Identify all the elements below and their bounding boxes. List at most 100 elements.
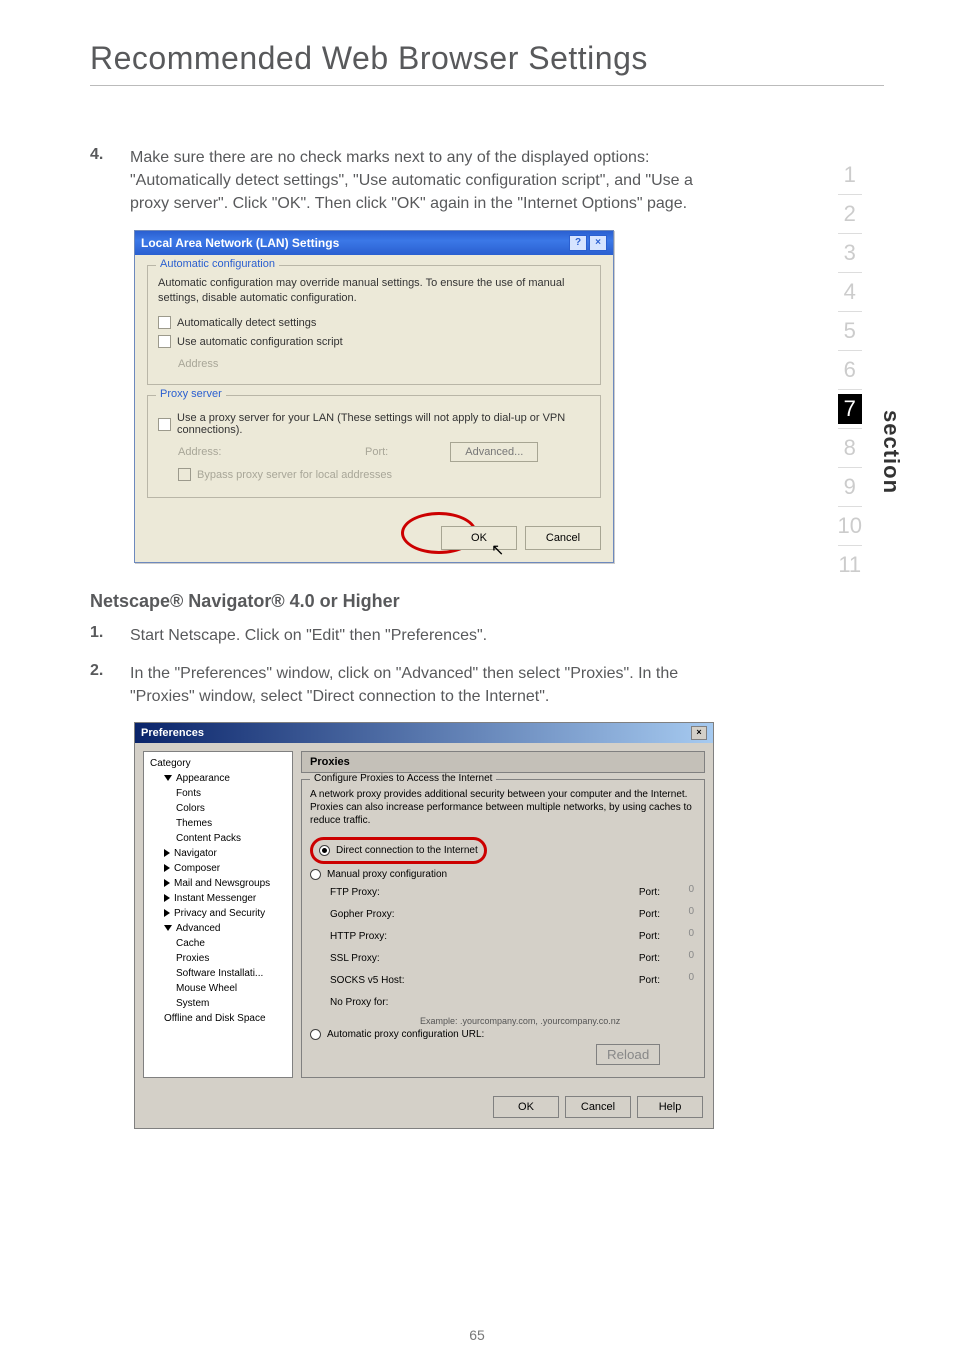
use-proxy-label: Use a proxy server for your LAN (These s… — [177, 412, 590, 436]
nav-7[interactable]: 7 — [838, 394, 862, 424]
radio-auto[interactable]: Automatic proxy configuration URL: — [310, 1029, 696, 1040]
expand-icon — [164, 849, 170, 857]
ftp-proxy-label: FTP Proxy: — [330, 887, 420, 898]
title-rule — [90, 85, 884, 86]
proxy-group-title: Proxy server — [156, 388, 226, 400]
gopher-proxy-label: Gopher Proxy: — [330, 909, 420, 920]
highlight-circle: Direct connection to the Internet — [310, 837, 487, 864]
step-1-body: Start Netscape. Click on "Edit" then "Pr… — [130, 624, 730, 647]
nav-2[interactable]: 2 — [838, 199, 862, 229]
help-button[interactable]: ? — [569, 235, 587, 251]
cat-system[interactable]: System — [144, 996, 292, 1011]
checkbox-icon — [158, 335, 171, 348]
radio-auto-label: Automatic proxy configuration URL: — [327, 1029, 484, 1040]
section-label: section — [878, 410, 904, 494]
auto-config-group-title: Automatic configuration — [156, 258, 279, 270]
nav-4[interactable]: 4 — [838, 277, 862, 307]
cat-mouse[interactable]: Mouse Wheel — [144, 981, 292, 996]
noproxy-field — [426, 994, 696, 1012]
expand-icon — [164, 879, 170, 887]
nav-6[interactable]: 6 — [838, 355, 862, 385]
nav-10[interactable]: 10 — [832, 511, 868, 541]
cat-cache[interactable]: Cache — [144, 936, 292, 951]
category-header: Category — [144, 756, 292, 771]
help-button[interactable]: Help — [637, 1096, 703, 1118]
auto-config-desc: Automatic configuration may override man… — [158, 276, 590, 307]
port-label: Port: — [630, 887, 660, 898]
nav-9[interactable]: 9 — [838, 472, 862, 502]
preferences-dialog: Preferences × Category Appearance Fonts … — [134, 722, 714, 1129]
radio-direct-label: Direct connection to the Internet — [336, 845, 478, 856]
radio-icon — [319, 845, 330, 856]
cat-proxies[interactable]: Proxies — [144, 951, 292, 966]
example-text: Example: .yourcompany.com, .yourcompany.… — [420, 1016, 696, 1026]
page-number: 65 — [0, 1327, 954, 1343]
auto-detect-checkbox[interactable]: Automatically detect settings — [158, 316, 590, 329]
auto-detect-label: Automatically detect settings — [177, 317, 316, 329]
cat-mail-news[interactable]: Mail and Newsgroups — [144, 876, 292, 891]
noproxy-label: No Proxy for: — [330, 997, 420, 1008]
expand-icon — [164, 894, 170, 902]
close-button[interactable]: × — [589, 235, 607, 251]
socks-host-label: SOCKS v5 Host: — [330, 975, 420, 986]
proxies-group-title: Configure Proxies to Access the Internet — [310, 773, 496, 784]
proxy-port-field — [394, 442, 444, 462]
nav-8[interactable]: 8 — [838, 433, 862, 463]
category-tree[interactable]: Category Appearance Fonts Colors Themes … — [143, 751, 293, 1078]
port-label: Port: — [630, 909, 660, 920]
cat-privacy[interactable]: Privacy and Security — [144, 906, 292, 921]
cat-themes[interactable]: Themes — [144, 816, 292, 831]
expand-icon — [164, 925, 172, 931]
radio-icon — [310, 869, 321, 880]
checkbox-icon — [158, 316, 171, 329]
socks-host-field — [426, 972, 624, 990]
side-nav: 1 2 3 4 5 6 7 8 9 10 11 section — [832, 160, 904, 580]
step-2-num: 2. — [90, 662, 110, 708]
cursor-icon: ↖ — [491, 540, 504, 560]
checkbox-icon — [158, 418, 171, 431]
cat-composer[interactable]: Composer — [144, 861, 292, 876]
lan-dialog-title: Local Area Network (LAN) Settings — [141, 236, 339, 250]
cat-instant-messenger[interactable]: Instant Messenger — [144, 891, 292, 906]
nav-1[interactable]: 1 — [838, 160, 862, 190]
cat-colors[interactable]: Colors — [144, 801, 292, 816]
address-label: Address — [178, 358, 238, 370]
cancel-button[interactable]: Cancel — [525, 526, 601, 550]
gopher-proxy-field — [426, 906, 624, 924]
reload-button: Reload — [596, 1044, 660, 1065]
bypass-label: Bypass proxy server for local addresses — [197, 469, 392, 481]
ok-button[interactable]: OK — [441, 526, 517, 550]
auto-url-field — [330, 1045, 590, 1063]
cat-software[interactable]: Software Installati... — [144, 966, 292, 981]
radio-direct[interactable]: Direct connection to the Internet — [319, 845, 478, 856]
expand-icon — [164, 775, 172, 781]
step-2-body: In the "Preferences" window, click on "A… — [130, 662, 730, 708]
step-1-num: 1. — [90, 624, 110, 647]
page-title: Recommended Web Browser Settings — [90, 40, 884, 77]
cat-advanced[interactable]: Advanced — [144, 921, 292, 936]
advanced-button: Advanced... — [450, 442, 538, 462]
ssl-proxy-label: SSL Proxy: — [330, 953, 420, 964]
cat-appearance[interactable]: Appearance — [144, 771, 292, 786]
proxies-desc: A network proxy provides additional secu… — [310, 788, 696, 827]
use-proxy-checkbox[interactable]: Use a proxy server for your LAN (These s… — [158, 412, 590, 436]
close-button[interactable]: × — [691, 726, 707, 740]
nav-5[interactable]: 5 — [838, 316, 862, 346]
gopher-port-field: 0 — [666, 906, 696, 924]
proxy-address-label: Address: — [178, 446, 233, 458]
proxies-panel-title: Proxies — [301, 751, 705, 773]
cat-content-packs[interactable]: Content Packs — [144, 831, 292, 846]
proxy-port-label: Port: — [365, 446, 388, 458]
ok-button[interactable]: OK — [493, 1096, 559, 1118]
bypass-checkbox: Bypass proxy server for local addresses — [178, 468, 590, 481]
nav-3[interactable]: 3 — [838, 238, 862, 268]
radio-icon — [310, 1029, 321, 1040]
cat-navigator[interactable]: Navigator — [144, 846, 292, 861]
auto-script-checkbox[interactable]: Use automatic configuration script — [158, 335, 590, 348]
cat-fonts[interactable]: Fonts — [144, 786, 292, 801]
http-port-field: 0 — [666, 928, 696, 946]
radio-manual[interactable]: Manual proxy configuration — [310, 869, 696, 880]
nav-11[interactable]: 11 — [832, 550, 867, 580]
cat-offline[interactable]: Offline and Disk Space — [144, 1011, 292, 1026]
cancel-button[interactable]: Cancel — [565, 1096, 631, 1118]
